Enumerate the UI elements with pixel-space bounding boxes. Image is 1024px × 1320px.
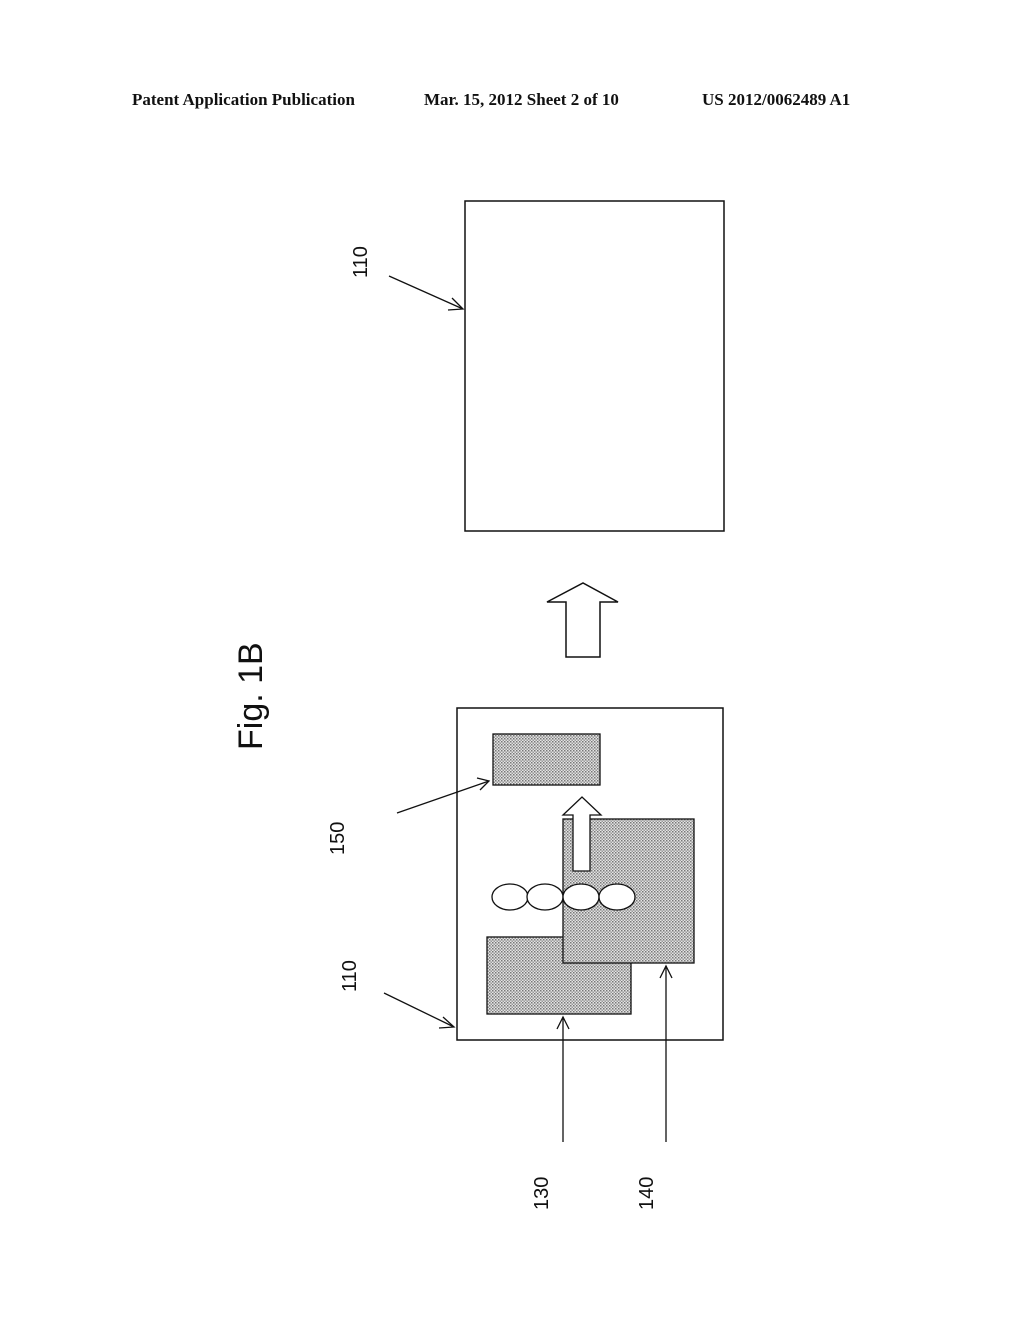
- leader-arrow-110-top: [388, 275, 465, 311]
- label-140: 140: [636, 1177, 658, 1210]
- top-panel-110: [464, 200, 725, 532]
- transition-arrow-icon: [546, 582, 619, 658]
- ellipse-2: [526, 883, 564, 911]
- ellipse-4: [598, 883, 636, 911]
- label-150: 150: [327, 822, 349, 855]
- leader-arrow-110-bottom: [383, 992, 456, 1029]
- ellipse-3: [562, 883, 600, 911]
- ellipse-1: [491, 883, 529, 911]
- label-110-top: 110: [350, 246, 372, 278]
- figure-1b: Fig. 1B 110 150 110 130 140: [232, 200, 725, 1210]
- label-130: 130: [531, 1177, 553, 1210]
- label-110-bottom: 110: [339, 960, 361, 992]
- figure-title: Fig. 1B: [232, 642, 270, 750]
- region-150: [492, 733, 601, 786]
